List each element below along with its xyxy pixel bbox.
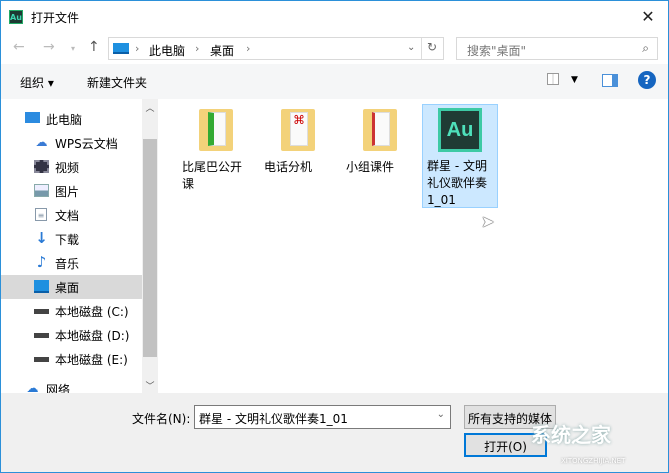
help-icon[interactable]: ?: [638, 71, 656, 89]
file-item[interactable]: 小组课件: [342, 103, 418, 176]
file-item-selected[interactable]: Au 群星 - 文明礼仪歌伴奏1_01: [422, 104, 498, 208]
search-input[interactable]: 搜索"桌面" ⌕: [456, 37, 658, 60]
video-icon: [34, 160, 49, 173]
filename-input[interactable]: 群星 - 文明礼仪歌伴奏1_01 ⌄: [194, 405, 451, 429]
title-bar: Au 打开文件 ✕: [1, 1, 668, 33]
network-icon: ☁: [26, 381, 39, 394]
drive-icon: [34, 333, 49, 338]
close-button[interactable]: ✕: [636, 5, 660, 29]
breadcrumb-this-pc[interactable]: 此电脑: [149, 42, 185, 59]
filename-value: 群星 - 文明礼仪歌伴奏1_01: [199, 412, 348, 426]
folder-icon: [363, 109, 397, 151]
file-list: 比尾巴公开课 ⌘ 电话分机 小组课件 Au 群星 - 文明礼仪歌伴奏1_01: [158, 99, 668, 393]
toolbar: 组织 ▾ 新建文件夹 ▼ ?: [1, 64, 668, 99]
watermark: 系统之家: [531, 423, 611, 447]
document-icon: ≡: [35, 208, 47, 221]
audition-file-icon: Au: [438, 108, 482, 152]
up-arrow-icon[interactable]: ↑: [88, 39, 100, 55]
address-bar[interactable]: › 此电脑 › 桌面 › ⌄ ↻: [108, 37, 444, 60]
download-icon: ↓: [35, 229, 48, 247]
view-dropdown-icon[interactable]: ▼: [571, 75, 578, 85]
scroll-up-icon[interactable]: ︿: [142, 101, 158, 114]
file-item[interactable]: 比尾巴公开课: [178, 103, 254, 193]
scrollbar-thumb[interactable]: [143, 139, 157, 357]
nav-item-pictures[interactable]: 图片: [1, 179, 142, 203]
picture-icon: [34, 184, 49, 197]
watermark-sub: XITONGZHIJIA.NET: [561, 457, 626, 465]
computer-icon: [25, 112, 40, 123]
address-dropdown-icon[interactable]: ⌄: [407, 42, 415, 53]
nav-item-documents[interactable]: ≡ 文档: [1, 203, 142, 227]
cloud-icon: ☁: [35, 135, 48, 149]
new-folder-button[interactable]: 新建文件夹: [87, 74, 147, 91]
view-options-icon[interactable]: [547, 73, 559, 85]
folder-icon: ⌘: [281, 109, 315, 151]
dialog-title: 打开文件: [31, 11, 80, 25]
back-arrow-icon[interactable]: ←: [13, 39, 25, 55]
forward-arrow-icon[interactable]: →: [43, 39, 55, 55]
open-file-dialog: Au 打开文件 ✕ ← → ▾ ↑ › 此电脑 › 桌面 › ⌄ ↻ 搜索"桌面…: [0, 0, 669, 473]
filename-dropdown-icon[interactable]: ⌄: [437, 409, 445, 420]
desktop-icon: [34, 280, 49, 293]
mouse-cursor-icon: ➤: [481, 212, 495, 231]
nav-item-wps-cloud[interactable]: ☁ WPS云文档: [1, 131, 142, 155]
file-item[interactable]: ⌘ 电话分机: [260, 103, 336, 176]
refresh-icon[interactable]: ↻: [427, 40, 437, 54]
nav-item-drive-e[interactable]: 本地磁盘 (E:): [1, 347, 142, 371]
nav-item-downloads[interactable]: ↓ 下载: [1, 227, 142, 251]
nav-item-desktop[interactable]: 桌面: [1, 275, 142, 299]
drive-icon: [34, 357, 49, 362]
scroll-down-icon[interactable]: ﹀: [142, 379, 158, 392]
breadcrumb-desktop[interactable]: 桌面: [210, 42, 234, 59]
search-icon: ⌕: [642, 41, 649, 55]
music-icon: ♪: [36, 253, 47, 271]
folder-icon: [199, 109, 233, 151]
preview-pane-icon[interactable]: [602, 74, 618, 87]
organize-button[interactable]: 组织 ▾: [20, 74, 54, 91]
drive-icon: [34, 309, 49, 314]
nav-item-music[interactable]: ♪ 音乐: [1, 251, 142, 275]
nav-scrollbar[interactable]: ︿ ﹀: [142, 99, 158, 393]
search-placeholder: 搜索"桌面": [467, 44, 527, 58]
filename-label: 文件名(N):: [132, 412, 191, 426]
navigation-pane: 此电脑 ☁ WPS云文档 视频 图片 ≡ 文档 ↓ 下载 ♪ 音乐 桌面 本地磁盘 (C…: [1, 99, 158, 393]
nav-item-network[interactable]: ☁ 网络: [1, 377, 142, 394]
nav-item-drive-d[interactable]: 本地磁盘 (D:): [1, 323, 142, 347]
desktop-icon: [113, 43, 129, 54]
nav-item-videos[interactable]: 视频: [1, 155, 142, 179]
audition-app-icon: Au: [9, 10, 23, 24]
nav-item-this-pc[interactable]: 此电脑: [1, 107, 142, 131]
recent-chevron-icon[interactable]: ▾: [71, 44, 75, 53]
nav-item-drive-c[interactable]: 本地磁盘 (C:): [1, 299, 142, 323]
